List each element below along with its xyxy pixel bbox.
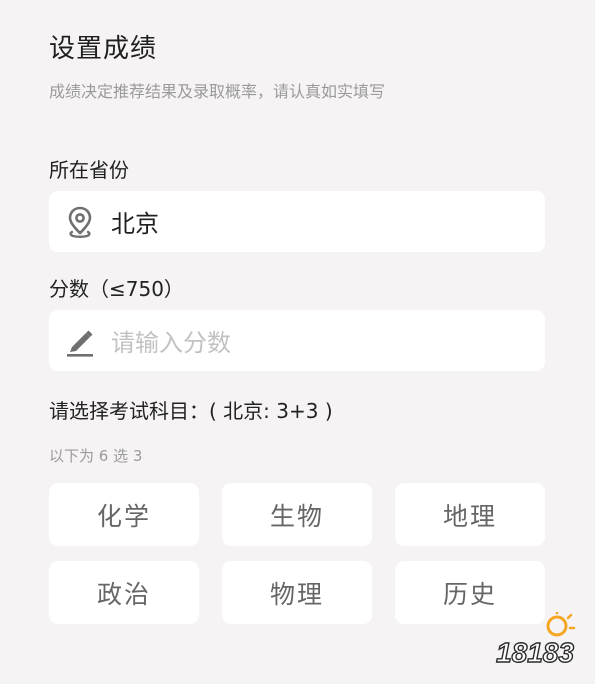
svg-text:18183: 18183 <box>496 637 574 668</box>
watermark-logo: 18183 <box>485 608 585 674</box>
subject-option-biology[interactable]: 生物 <box>222 483 372 546</box>
score-label: 分数（≤750） <box>49 277 184 301</box>
subject-option-chemistry[interactable]: 化学 <box>49 483 199 546</box>
subject-option-geography[interactable]: 地理 <box>395 483 545 546</box>
subjects-hint: 以下为 6 选 3 <box>49 447 143 465</box>
score-placeholder: 请输入分数 <box>111 329 231 357</box>
province-value: 北京 <box>111 210 159 238</box>
location-pin-icon <box>49 191 111 252</box>
province-label: 所在省份 <box>49 158 129 182</box>
pencil-icon <box>49 310 111 371</box>
page-title: 设置成绩 <box>49 34 158 64</box>
province-selector[interactable]: 北京 <box>49 191 545 252</box>
subject-option-physics[interactable]: 物理 <box>222 561 372 624</box>
page-subtitle: 成绩决定推荐结果及录取概率，请认真如实填写 <box>49 82 386 101</box>
subject-option-politics[interactable]: 政治 <box>49 561 199 624</box>
subjects-label: 请选择考试科目：( 北京: 3+3 ) <box>49 399 333 423</box>
score-input[interactable]: 请输入分数 <box>49 310 545 371</box>
score-settings-page: 设置成绩 成绩决定推荐结果及录取概率，请认真如实填写 所在省份 北京 分数（≤7… <box>0 0 595 684</box>
